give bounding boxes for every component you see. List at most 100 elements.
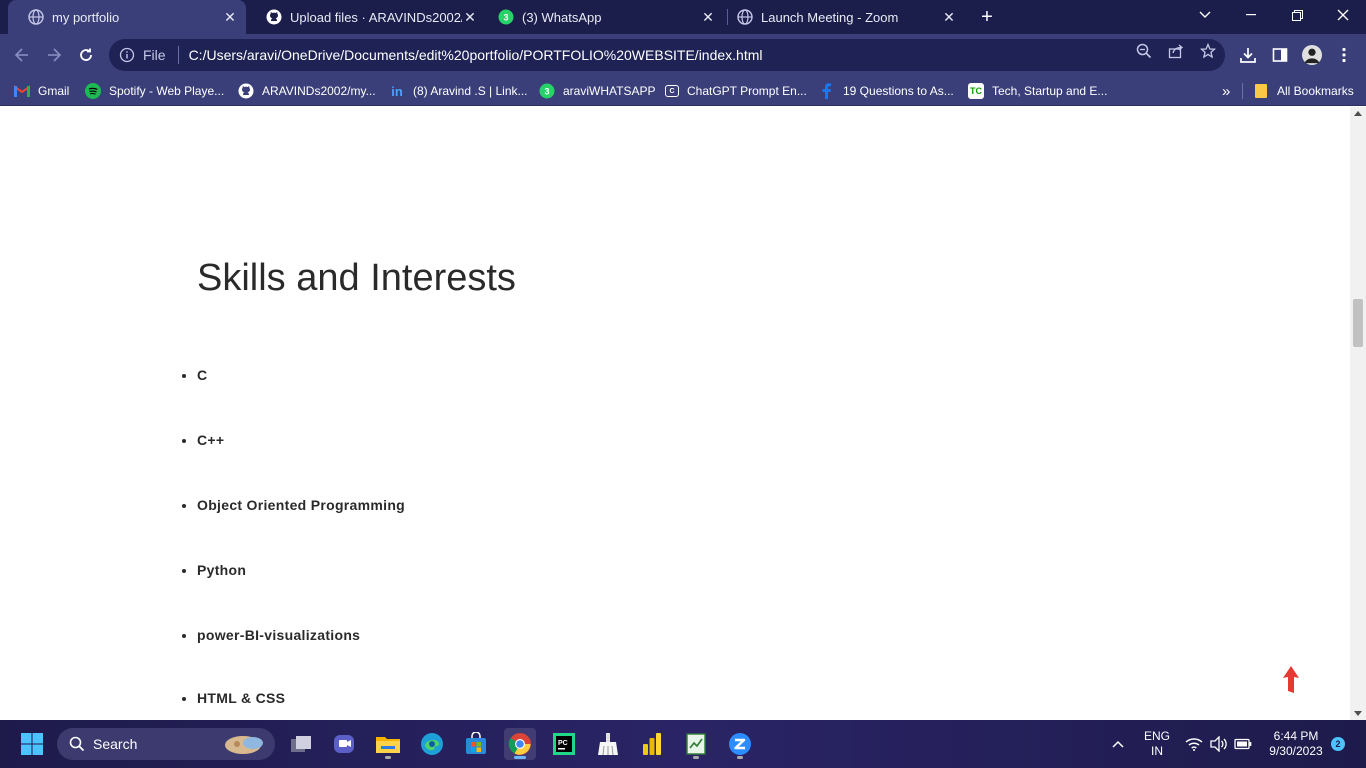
clock[interactable]: 6:44 PM 9/30/2023 [1264,729,1328,759]
tab-zoom-meeting[interactable]: Launch Meeting - Zoom ✕ [717,0,965,34]
close-window-button[interactable] [1320,0,1366,30]
page-content: Skills and Interests C C++ Object Orient… [0,107,1350,720]
bookmarks-overflow-button[interactable]: » [1222,81,1230,101]
taskbar-search-box[interactable]: Search [57,728,275,760]
bookmark-whatsapp[interactable]: 3 araviWHATSAPP [539,81,655,101]
gmail-icon [14,83,30,99]
menu-kebab-icon[interactable] [1334,45,1354,65]
notepad-chart-icon[interactable] [680,728,712,760]
scroll-up-arrow-icon[interactable] [1354,111,1362,116]
new-tab-button[interactable]: + [977,7,997,27]
url-text[interactable]: C:/Users/aravi/OneDrive/Documents/edit%2… [189,47,1225,63]
svg-text:3: 3 [544,87,549,97]
tab-title: Upload files · ARAVINDs2002/M [290,9,462,25]
file-explorer-icon[interactable] [372,728,404,760]
close-tab-icon[interactable]: ✕ [462,9,478,25]
github-icon [266,9,282,25]
bookmark-gmail[interactable]: Gmail [14,81,69,101]
folder-icon [1253,83,1269,99]
bookmark-techcrunch[interactable]: TC Tech, Startup and E... [968,81,1107,101]
bookmark-19-questions[interactable]: 19 Questions to As... [819,81,954,101]
close-tab-icon[interactable]: ✕ [941,9,957,25]
share-icon[interactable] [1167,42,1185,60]
task-view-icon[interactable] [285,728,317,760]
notification-badge[interactable]: 2 [1331,737,1345,751]
bookmark-linkedin[interactable]: in (8) Aravind .S | Link... [389,81,527,101]
back-button[interactable] [10,43,34,67]
profile-avatar[interactable] [1302,45,1322,65]
teams-chat-icon[interactable] [328,728,360,760]
techcrunch-icon: TC [968,83,984,99]
whatsapp-icon: 3 [498,9,514,25]
battery-icon[interactable] [1232,728,1254,760]
whatsapp-icon: 3 [539,83,555,99]
zoom-icon[interactable] [1135,42,1153,60]
close-tab-icon[interactable]: ✕ [222,9,238,25]
running-indicator [693,756,699,759]
forward-button[interactable] [42,43,66,67]
edge-browser-icon[interactable] [416,728,448,760]
tab-search-icon[interactable] [1182,0,1228,30]
scroll-to-top-arrow-icon[interactable] [1280,665,1302,695]
download-icon[interactable] [1238,45,1258,65]
search-label: Search [93,736,138,752]
globe-icon [28,9,44,25]
bookmark-label: araviWHATSAPP [563,84,656,98]
language-indicator[interactable]: ENG IN [1141,729,1173,759]
search-icon [69,736,85,752]
github-icon [238,83,254,99]
wifi-icon[interactable] [1184,728,1204,760]
spotify-icon [85,83,101,99]
chrome-browser-icon[interactable] [504,728,536,760]
vertical-scrollbar[interactable] [1350,107,1366,720]
bookmark-label: All Bookmarks [1277,84,1354,98]
chatgpt-icon: C [665,85,679,97]
svg-text:PC: PC [558,740,568,747]
minimize-button[interactable] [1228,0,1274,30]
search-highlight-icon [223,732,267,756]
scrollbar-thumb[interactable] [1353,299,1363,347]
reload-button[interactable] [74,43,98,67]
power-bi-icon[interactable] [636,728,668,760]
facebook-icon [819,83,835,99]
bookmark-spotify[interactable]: Spotify - Web Playe... [85,81,224,101]
bookmark-github[interactable]: ARAVINDs2002/my... [238,81,376,101]
cleanup-brush-icon[interactable] [592,728,624,760]
svg-text:3: 3 [503,13,508,23]
bookmark-label: Gmail [38,84,70,98]
divider [1242,83,1243,99]
microsoft-store-icon[interactable] [460,728,492,760]
tab-upload-files[interactable]: Upload files · ARAVINDs2002/M ✕ [246,0,486,34]
show-hidden-icons-chevron-up-icon[interactable] [1106,728,1130,760]
skill-item: power-BI-visualizations [181,627,361,643]
running-indicator [385,756,391,759]
scroll-down-arrow-icon[interactable] [1354,711,1362,716]
tab-my-portfolio[interactable]: my portfolio ✕ [8,0,246,34]
address-bar[interactable]: File C:/Users/aravi/OneDrive/Documents/e… [109,39,1225,71]
bookmark-chatgpt[interactable]: C ChatGPT Prompt En... [665,81,807,101]
running-indicator [737,756,743,759]
bookmark-label: Spotify - Web Playe... [109,84,225,98]
volume-icon[interactable] [1208,728,1230,760]
all-bookmarks-button[interactable]: All Bookmarks [1253,81,1354,101]
bookmark-star-icon[interactable] [1199,42,1217,60]
tab-strip: my portfolio ✕ Upload files · ARAVINDs20… [0,0,1366,34]
tab-title: (3) WhatsApp [522,9,602,25]
section-heading: Skills and Interests [197,257,516,299]
skill-item: C [181,367,208,383]
zoom-app-icon[interactable] [724,728,756,760]
time: 6:44 PM [1273,729,1319,743]
bookmark-label: ARAVINDs2002/my... [262,84,376,98]
skill-item: HTML & CSS [181,690,286,706]
tab-whatsapp[interactable]: 3 (3) WhatsApp ✕ [478,0,724,34]
info-icon[interactable] [119,47,135,63]
region-code: IN [1151,744,1163,758]
side-panel-icon[interactable] [1270,45,1290,65]
browser-toolbar: File C:/Users/aravi/OneDrive/Documents/e… [0,34,1366,76]
windows-start-icon[interactable] [16,728,48,760]
close-tab-icon[interactable]: ✕ [700,9,716,25]
scheme-label: File [143,47,166,63]
bookmark-label: ChatGPT Prompt En... [687,84,807,98]
pycharm-icon[interactable]: PC [548,728,580,760]
restore-button[interactable] [1274,0,1320,30]
